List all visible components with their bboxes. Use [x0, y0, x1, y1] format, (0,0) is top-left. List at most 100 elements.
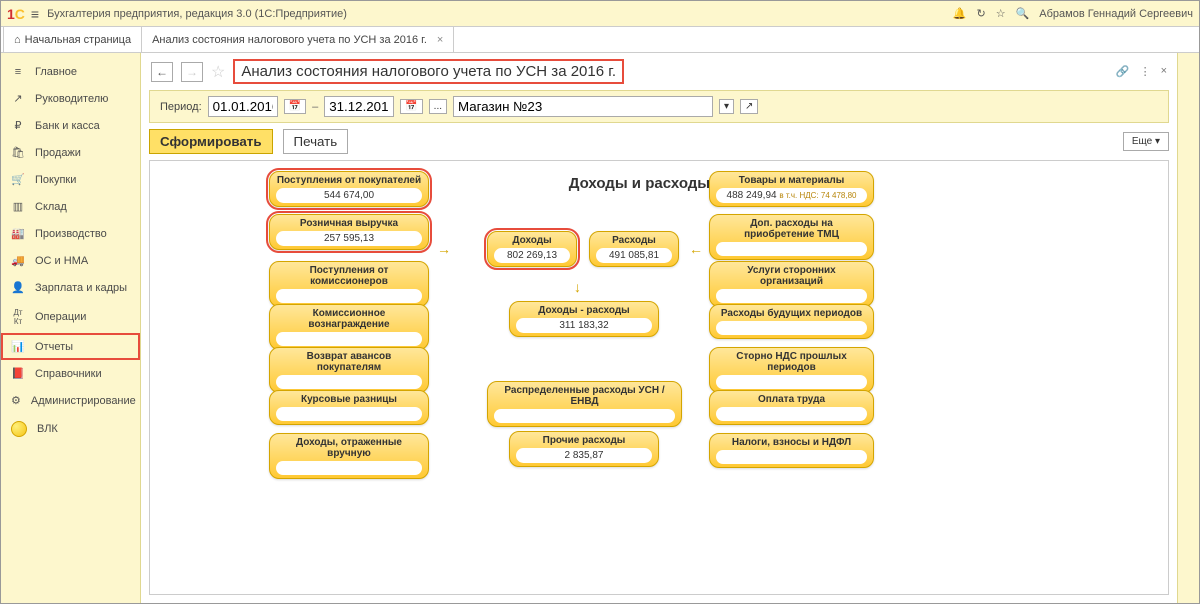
tab-bar: ⌂ Начальная страница Анализ состояния на…: [1, 27, 1199, 53]
sidebar-label: Справочники: [35, 368, 102, 380]
more-vert-icon[interactable]: ⋮: [1140, 65, 1151, 78]
user-name[interactable]: Абрамов Геннадий Сергеевич: [1039, 8, 1193, 20]
block-third-party-services[interactable]: Услуги сторонних организаций: [709, 261, 874, 307]
date-from-input[interactable]: [208, 96, 278, 117]
back-button[interactable]: ←: [151, 62, 173, 82]
block-advance-return[interactable]: Возврат авансов покупателям: [269, 347, 429, 393]
block-income-minus-expenses[interactable]: Доходы - расходы311 183,32: [509, 301, 659, 337]
calendar-to-icon[interactable]: 📅: [400, 99, 422, 114]
sidebar-item-sales[interactable]: 🛍Продажи: [1, 139, 140, 166]
block-expenses[interactable]: Расходы491 085,81: [589, 231, 679, 267]
person-icon: 👤: [11, 281, 25, 294]
sidebar-item-main[interactable]: ≡ Главное: [1, 59, 140, 85]
block-other-expenses[interactable]: Прочие расходы 2 835,87: [509, 431, 659, 467]
block-value: [276, 407, 422, 421]
block-commissioners[interactable]: Поступления от комиссионеров: [269, 261, 429, 307]
block-label: Доп. расходы на приобретение ТМЦ: [716, 218, 867, 240]
sidebar-label: Главное: [35, 66, 77, 78]
block-additional-expenses[interactable]: Доп. расходы на приобретение ТМЦ: [709, 214, 874, 260]
close-panel-icon[interactable]: ×: [1161, 65, 1167, 78]
sidebar-item-catalogs[interactable]: 📕Справочники: [1, 360, 140, 387]
block-value: 544 674,00: [276, 188, 422, 203]
forward-button[interactable]: →: [181, 62, 203, 82]
calendar-from-icon[interactable]: 📅: [284, 99, 306, 114]
sidebar-label: Руководителю: [35, 93, 108, 105]
sidebar-label: Операции: [35, 311, 86, 323]
sidebar-item-assets[interactable]: 🚚 ОС и НМА: [1, 247, 140, 274]
sidebar-item-warehouse[interactable]: ▥ Склад: [1, 193, 140, 220]
block-exchange-diff[interactable]: Курсовые разницы: [269, 390, 429, 425]
top-bar: 1С ≡ Бухгалтерия предприятия, редакция 3…: [1, 1, 1199, 27]
app-logo: 1С: [7, 6, 25, 22]
history-icon[interactable]: ↻: [976, 7, 985, 20]
block-income[interactable]: Доходы802 269,13: [487, 231, 577, 267]
block-label: Налоги, взносы и НДФЛ: [716, 437, 867, 448]
sidebar-label: ВЛК: [37, 423, 58, 435]
sidebar-item-admin[interactable]: ⚙Администрирование: [1, 387, 140, 414]
block-taxes-fees[interactable]: Налоги, взносы и НДФЛ: [709, 433, 874, 468]
block-label: Поступления от комиссионеров: [276, 265, 422, 287]
sidebar-item-bank[interactable]: ₽Банк и касса: [1, 112, 140, 139]
tab-home[interactable]: ⌂ Начальная страница: [3, 27, 142, 52]
sidebar-label: Покупки: [35, 174, 76, 186]
close-icon[interactable]: ×: [437, 34, 443, 46]
block-customer-receipts[interactable]: Поступления от покупателей544 674,00: [269, 171, 429, 207]
sidebar-label: Склад: [35, 201, 67, 213]
block-label: Расходы будущих периодов: [716, 308, 867, 319]
org-dropdown-icon[interactable]: ▾: [719, 99, 734, 114]
sidebar-item-salary[interactable]: 👤 Зарплата и кадры: [1, 274, 140, 301]
main-menu-icon[interactable]: ≡: [31, 6, 39, 22]
circle-icon: [11, 421, 27, 437]
sidebar: ≡ Главное ↗Руководителю ₽Банк и касса 🛍Пр…: [1, 53, 141, 603]
period-toolbar: Период: 📅 – 📅 ... ▾ ↗: [149, 90, 1169, 123]
block-label: Возврат авансов покупателям: [276, 351, 422, 373]
sidebar-item-purchases[interactable]: 🛒 Покупки: [1, 166, 140, 193]
block-value: [716, 375, 867, 389]
block-label: Сторно НДС прошлых периодов: [716, 351, 867, 373]
grid-icon: ▥: [11, 200, 25, 213]
sidebar-item-production[interactable]: 🏭Производство: [1, 220, 140, 247]
block-label: Товары и материалы: [716, 175, 867, 186]
link-icon[interactable]: 🔗: [1116, 65, 1130, 78]
block-distributed-expenses[interactable]: Распределенные расходы УСН / ЕНВД: [487, 381, 682, 427]
print-button[interactable]: Печать: [283, 129, 349, 154]
cart-icon: 🛒: [11, 173, 25, 186]
block-value: 257 595,13: [276, 231, 422, 246]
sidebar-item-manager[interactable]: ↗Руководителю: [1, 85, 140, 112]
block-labor-payment[interactable]: Оплата труда: [709, 390, 874, 425]
sidebar-label: Зарплата и кадры: [35, 282, 127, 294]
period-select-button[interactable]: ...: [429, 99, 447, 114]
sidebar-item-operations[interactable]: Дт КтОперации: [1, 301, 140, 333]
block-commission-fee[interactable]: Комиссионное вознаграждение: [269, 304, 429, 350]
block-goods-materials[interactable]: Товары и материалы488 249,94 в т.ч. НДС:…: [709, 171, 874, 207]
search-icon[interactable]: 🔍: [1016, 7, 1030, 20]
block-label: Оплата труда: [716, 394, 867, 405]
form-report-button[interactable]: Сформировать: [149, 129, 273, 154]
org-input[interactable]: [453, 96, 713, 117]
sidebar-item-reports[interactable]: 📊 Отчеты: [1, 333, 140, 360]
more-button[interactable]: Еще ▾: [1123, 132, 1169, 151]
bell-icon[interactable]: 🔔: [953, 7, 967, 20]
list-icon: ≡: [11, 66, 25, 78]
date-to-input[interactable]: [324, 96, 394, 117]
star-icon[interactable]: ☆: [996, 7, 1006, 20]
block-value: 311 183,32: [516, 318, 652, 333]
block-vat-reversal[interactable]: Сторно НДС прошлых периодов: [709, 347, 874, 393]
sidebar-label: Производство: [35, 228, 107, 240]
sidebar-label: Администрирование: [31, 395, 136, 407]
block-value: 2 835,87: [516, 448, 652, 463]
block-label: Прочие расходы: [516, 435, 652, 446]
favorite-star-icon[interactable]: ☆: [211, 62, 225, 82]
block-deferred-expenses[interactable]: Расходы будущих периодов: [709, 304, 874, 339]
block-manual-income[interactable]: Доходы, отраженные вручную: [269, 433, 429, 479]
sidebar-item-vlk[interactable]: ВЛК: [1, 414, 140, 444]
block-value: [494, 409, 675, 423]
action-bar: Сформировать Печать Еще ▾: [141, 123, 1177, 160]
org-open-icon[interactable]: ↗: [740, 99, 758, 114]
barchart-icon: 📊: [11, 340, 25, 353]
sidebar-label: ОС и НМА: [35, 255, 88, 267]
sidebar-label: Отчеты: [35, 341, 73, 353]
block-retail-revenue[interactable]: Розничная выручка257 595,13: [269, 214, 429, 250]
truck-icon: 🚚: [11, 254, 25, 267]
tab-report[interactable]: Анализ состояния налогового учета по УСН…: [142, 27, 454, 52]
